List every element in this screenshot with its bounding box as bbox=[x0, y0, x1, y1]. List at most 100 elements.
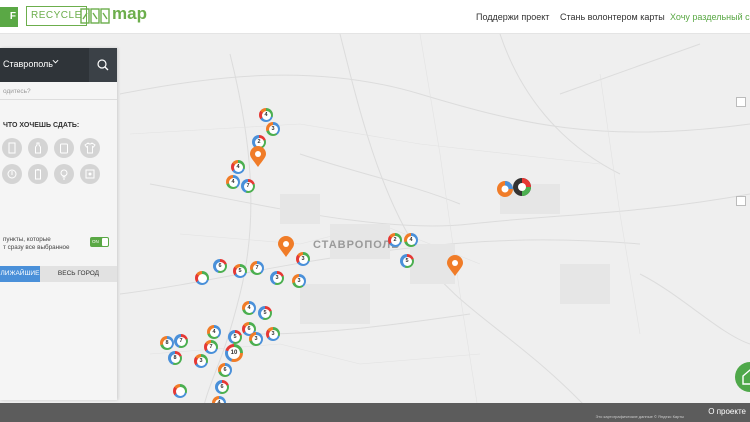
map-zoom-control[interactable] bbox=[736, 97, 746, 107]
cluster-count: 4 bbox=[228, 177, 238, 187]
add-point-button[interactable] bbox=[735, 362, 750, 392]
tab-nearest[interactable]: ЛИЖАЙШИЕ bbox=[0, 266, 40, 282]
cluster-count bbox=[197, 273, 207, 283]
map-cluster-marker[interactable]: 7 bbox=[174, 334, 188, 348]
map-cluster-marker[interactable]: 2 bbox=[388, 233, 402, 247]
cluster-count: 3 bbox=[268, 329, 278, 339]
map-cluster-marker[interactable]: 7 bbox=[204, 340, 218, 354]
lightbulb-icon bbox=[60, 169, 68, 180]
nav-support-project[interactable]: Поддержи проект bbox=[476, 12, 549, 22]
nav-become-volunteer[interactable]: Стань волонтером карты bbox=[560, 12, 665, 22]
map-cluster-marker[interactable]: 3 bbox=[266, 327, 280, 341]
nav-want-separate-collection[interactable]: Хочу раздельный сбор bbox=[670, 12, 750, 22]
map-cluster-marker[interactable]: 5 bbox=[233, 264, 247, 278]
map-cluster-marker[interactable]: 3 bbox=[292, 274, 306, 288]
paper-icon bbox=[8, 142, 16, 154]
cluster-count: 6 bbox=[220, 365, 230, 375]
map-cluster-marker[interactable]: 8 bbox=[168, 351, 182, 365]
cluster-count: 5 bbox=[260, 308, 270, 318]
cluster-count: 6 bbox=[217, 382, 227, 392]
cluster-count: 3 bbox=[268, 124, 278, 134]
bottle-icon bbox=[35, 142, 41, 154]
battery-icon bbox=[35, 169, 41, 180]
cluster-count: 7 bbox=[206, 342, 216, 352]
category-other[interactable] bbox=[80, 164, 100, 184]
map-pin-orange[interactable] bbox=[277, 236, 295, 258]
map-cluster-marker[interactable]: 3 bbox=[249, 332, 263, 346]
map-pin-orange[interactable] bbox=[446, 255, 464, 277]
map-cluster-marker[interactable]: 3 bbox=[194, 354, 208, 368]
map-pin-orange[interactable] bbox=[249, 146, 267, 168]
map-cluster-marker[interactable]: 7 bbox=[250, 261, 264, 275]
category-batteries[interactable] bbox=[28, 164, 48, 184]
map-pin-multicolor[interactable] bbox=[512, 176, 532, 198]
can-icon bbox=[60, 143, 68, 154]
map-cluster-marker[interactable]: 3 bbox=[266, 122, 280, 136]
cluster-count: 4 bbox=[209, 327, 219, 337]
map-cluster-marker[interactable]: 3 bbox=[270, 271, 284, 285]
cluster-count: 3 bbox=[294, 276, 304, 286]
input-underline bbox=[0, 99, 117, 100]
tab-whole-city[interactable]: ВЕСЬ ГОРОД bbox=[40, 266, 117, 282]
map-cluster-marker[interactable]: 7 bbox=[241, 179, 255, 193]
toggle-knob bbox=[102, 238, 108, 246]
map-cluster-marker[interactable]: 4 bbox=[242, 301, 256, 315]
cluster-count: 4 bbox=[406, 235, 416, 245]
search-button[interactable] bbox=[89, 48, 117, 82]
cluster-count bbox=[175, 386, 185, 396]
cluster-count: 5 bbox=[230, 332, 240, 342]
map-layer-control[interactable] bbox=[736, 196, 746, 206]
city-name: Ставрополь bbox=[3, 59, 53, 69]
map-cluster-marker[interactable] bbox=[195, 271, 209, 285]
category-hazardous[interactable] bbox=[2, 164, 22, 184]
map-cluster-marker[interactable]: 6 bbox=[215, 380, 229, 394]
location-hint-input[interactable]: одитесь? bbox=[3, 88, 31, 95]
map-cluster-marker[interactable]: 5 bbox=[400, 254, 414, 268]
cluster-count: 5 bbox=[235, 266, 245, 276]
recycle-logo-text[interactable]: RECYCLE bbox=[26, 6, 87, 26]
map-cluster-marker[interactable]: 3 bbox=[296, 252, 310, 266]
cluster-count: 7 bbox=[243, 181, 253, 191]
cluster-count: 7 bbox=[252, 263, 262, 273]
cluster-count: 7 bbox=[176, 336, 186, 346]
map-attribution: Это картографические данные © Яндекс Кар… bbox=[595, 414, 684, 419]
cluster-count: 3 bbox=[196, 356, 206, 366]
map-cluster-marker[interactable]: 4 bbox=[231, 160, 245, 174]
all-selected-toggle[interactable]: ON bbox=[90, 237, 109, 247]
cluster-count: 8 bbox=[170, 353, 180, 363]
home-icon bbox=[742, 369, 750, 385]
map-cluster-marker[interactable]: 4 bbox=[404, 233, 418, 247]
cluster-count: 3 bbox=[272, 273, 282, 283]
cluster-count: 4 bbox=[233, 162, 243, 172]
partner-logo[interactable]: F bbox=[0, 7, 18, 27]
category-lamps[interactable] bbox=[54, 164, 74, 184]
bottom-bar: Это картографические данные © Яндекс Кар… bbox=[0, 403, 750, 422]
map-cluster-marker[interactable]: 5 bbox=[258, 306, 272, 320]
toggle-description: пункты, которые т сразу все выбранное bbox=[3, 236, 70, 251]
category-clothes[interactable] bbox=[80, 138, 100, 158]
cluster-count: 5 bbox=[402, 256, 412, 266]
map-cluster-marker[interactable]: 8 bbox=[160, 336, 174, 350]
map-cluster-marker[interactable]: 5 bbox=[228, 330, 242, 344]
category-glass[interactable] bbox=[28, 138, 48, 158]
map-cluster-marker[interactable]: 4 bbox=[207, 325, 221, 339]
map-cluster-marker[interactable] bbox=[173, 384, 187, 398]
cluster-count: 8 bbox=[162, 338, 172, 348]
map-cluster-marker[interactable]: 6 bbox=[218, 363, 232, 377]
map-cluster-marker[interactable]: 4 bbox=[226, 175, 240, 189]
search-icon bbox=[97, 59, 109, 71]
category-metal[interactable] bbox=[54, 138, 74, 158]
map-cluster-marker[interactable]: 4 bbox=[259, 108, 273, 122]
cluster-count: 6 bbox=[215, 261, 225, 271]
cluster-count: 2 bbox=[390, 235, 400, 245]
recycle-logo-map: map bbox=[112, 4, 147, 23]
toggle-on-label: ON bbox=[92, 239, 99, 244]
cluster-count: 4 bbox=[261, 110, 271, 120]
filter-sidebar: Ставрополь одитесь? ЧТО ХОЧЕШЬ СДАТЬ: пу… bbox=[0, 48, 117, 400]
cluster-count: 3 bbox=[298, 254, 308, 264]
map-cluster-large[interactable]: 10 bbox=[225, 344, 243, 362]
hazard-icon bbox=[7, 169, 17, 179]
map-cluster-marker[interactable]: 6 bbox=[213, 259, 227, 273]
category-paper[interactable] bbox=[2, 138, 22, 158]
about-project-link[interactable]: О проекте bbox=[708, 407, 746, 416]
